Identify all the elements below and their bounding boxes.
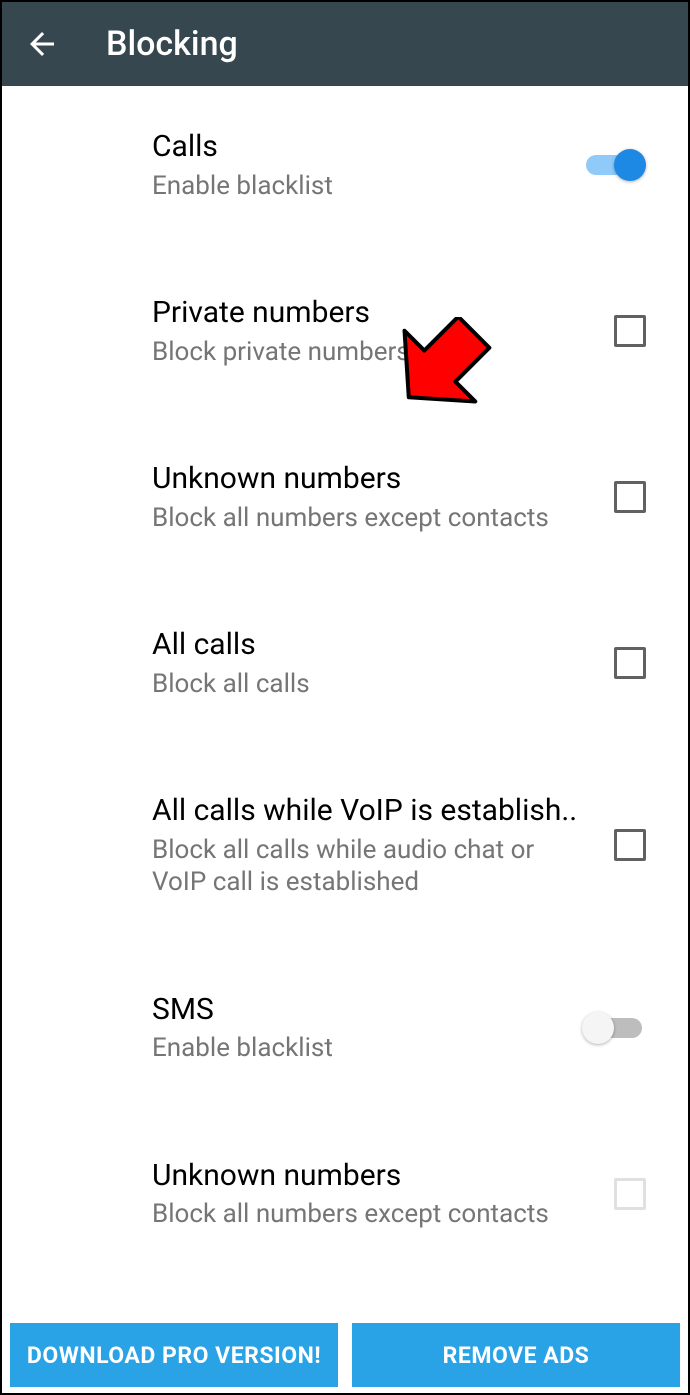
remove-ads-button[interactable]: REMOVE ADS <box>352 1323 680 1387</box>
back-button[interactable] <box>22 24 62 64</box>
setting-subtitle: Block private numbers <box>152 336 594 369</box>
arrow-back-icon <box>24 26 60 62</box>
settings-list: Calls Enable blacklist Private numbers B… <box>4 88 686 1315</box>
setting-text: SMS Enable blacklist <box>152 991 582 1065</box>
setting-subtitle: Block all calls while audio chat or VoIP… <box>152 834 594 899</box>
setting-text: Unknown numbers Block all numbers except… <box>152 460 614 534</box>
setting-title: All calls while VoIP is establish.. <box>152 792 594 830</box>
calls-switch[interactable] <box>582 145 646 185</box>
download-pro-button[interactable]: DOWNLOAD PRO VERSION! <box>10 1323 338 1387</box>
all-calls-checkbox[interactable] <box>614 647 646 679</box>
setting-all-calls[interactable]: All calls Block all calls <box>4 600 686 726</box>
unknown-numbers-checkbox[interactable] <box>614 481 646 513</box>
setting-title: Unknown numbers <box>152 460 594 498</box>
setting-title: SMS <box>152 991 562 1029</box>
setting-text: Private numbers Block private numbers <box>152 294 614 368</box>
setting-subtitle: Block all numbers except contacts <box>152 1198 594 1231</box>
setting-title: All calls <box>152 626 594 664</box>
app-header: Blocking <box>2 2 688 86</box>
sms-switch[interactable] <box>582 1008 646 1048</box>
setting-text: Calls Enable blacklist <box>152 128 582 202</box>
bottom-bar: DOWNLOAD PRO VERSION! REMOVE ADS <box>10 1323 680 1387</box>
setting-calls[interactable]: Calls Enable blacklist <box>4 88 686 228</box>
setting-title: Private numbers <box>152 294 594 332</box>
setting-title: Calls <box>152 128 562 166</box>
setting-text: All calls Block all calls <box>152 626 614 700</box>
setting-subtitle: Enable blacklist <box>152 170 562 203</box>
page-title: Blocking <box>106 24 238 64</box>
setting-title: Unknown numbers <box>152 1157 594 1195</box>
all-calls-voip-checkbox[interactable] <box>614 829 646 861</box>
setting-sms[interactable]: SMS Enable blacklist <box>4 965 686 1091</box>
setting-text: All calls while VoIP is establish.. Bloc… <box>152 792 614 899</box>
setting-subtitle: Enable blacklist <box>152 1032 562 1065</box>
setting-sms-unknown[interactable]: Unknown numbers Block all numbers except… <box>4 1131 686 1257</box>
setting-subtitle: Block all calls <box>152 668 594 701</box>
setting-all-calls-voip[interactable]: All calls while VoIP is establish.. Bloc… <box>4 766 686 925</box>
setting-text: Unknown numbers Block all numbers except… <box>152 1157 614 1231</box>
setting-private-numbers[interactable]: Private numbers Block private numbers <box>4 268 686 394</box>
setting-subtitle: Block all numbers except contacts <box>152 502 594 535</box>
setting-unknown-numbers[interactable]: Unknown numbers Block all numbers except… <box>4 434 686 560</box>
sms-unknown-checkbox[interactable] <box>614 1178 646 1210</box>
private-numbers-checkbox[interactable] <box>614 315 646 347</box>
setting-sms-nonnumeric[interactable]: Non-numeric numbers Block SMS from non-n… <box>4 1297 686 1316</box>
